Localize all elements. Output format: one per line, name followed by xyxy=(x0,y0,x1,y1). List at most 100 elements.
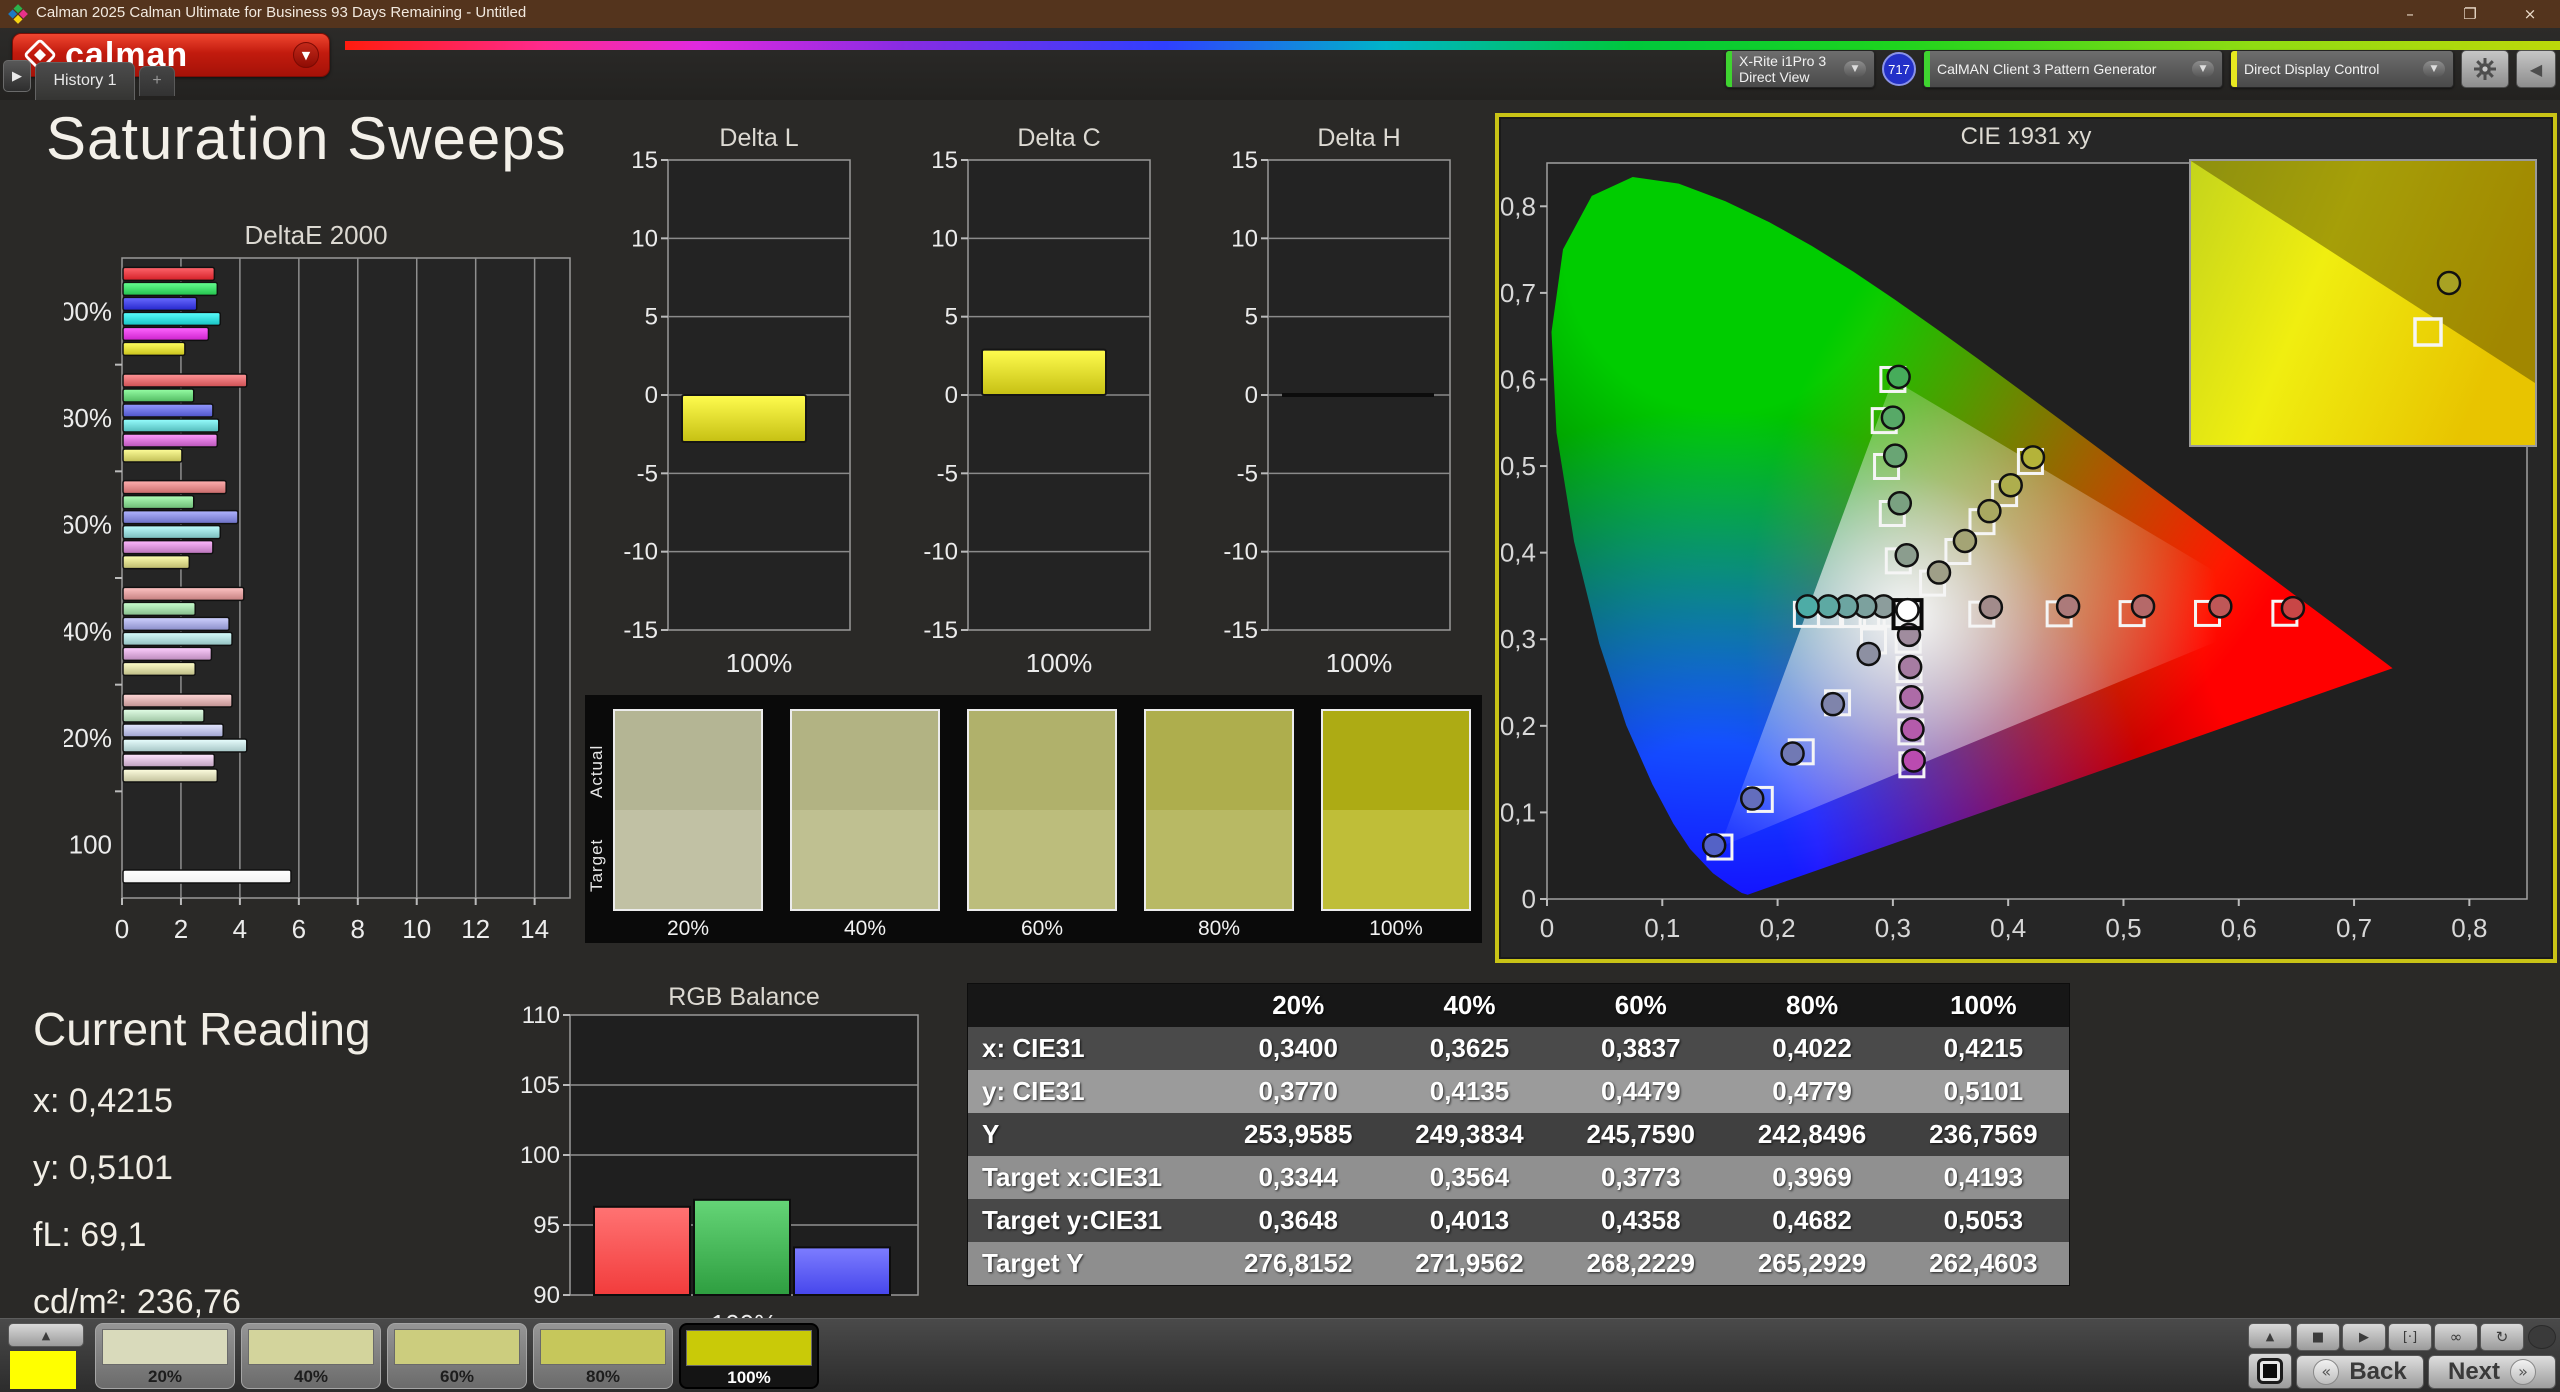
svg-text:0,2: 0,2 xyxy=(1760,913,1796,943)
svg-text:0,4: 0,4 xyxy=(1501,538,1536,568)
svg-text:DeltaE 2000: DeltaE 2000 xyxy=(244,222,387,250)
svg-text:-5: -5 xyxy=(1237,460,1258,487)
swatch-target xyxy=(615,810,761,909)
swatch-label: 20% xyxy=(613,917,763,941)
next-button[interactable]: Next » xyxy=(2428,1355,2556,1389)
calman-caret-icon[interactable]: ▼ xyxy=(293,42,319,68)
current-reading-title: Current Reading xyxy=(33,1002,371,1056)
triangle-up-icon: ▲ xyxy=(42,1329,50,1342)
restore-button[interactable]: ❐ xyxy=(2440,0,2500,28)
meter-mode: Direct View xyxy=(1739,69,1826,85)
svg-text:0,7: 0,7 xyxy=(2336,913,2372,943)
hardware-controls: X-Rite i1Pro 3 Direct View ▼ 717 CalMAN … xyxy=(1725,50,2556,88)
table-cell: 242,8496 xyxy=(1726,1113,1897,1156)
svg-text:-15: -15 xyxy=(1223,617,1258,644)
current-pattern-swatch xyxy=(10,1351,76,1389)
disabled-indicator xyxy=(2528,1325,2556,1349)
play-icon: ▶ xyxy=(12,69,22,84)
table-cell: 249,3834 xyxy=(1384,1113,1555,1156)
table-cell: 0,3344 xyxy=(1213,1156,1384,1199)
pattern-options-button[interactable]: ▲ xyxy=(8,1323,84,1347)
svg-text:105: 105 xyxy=(520,1072,560,1099)
meter-badge: 717 xyxy=(1882,52,1916,86)
pattern-window-icon xyxy=(2257,1358,2283,1384)
svg-text:15: 15 xyxy=(631,147,658,174)
transport-options-button[interactable]: ▲ xyxy=(2248,1323,2292,1349)
svg-text:0: 0 xyxy=(1245,382,1258,409)
chevron-double-right-icon: » xyxy=(2510,1359,2536,1385)
table-row-label: y: CIE31 xyxy=(968,1070,1213,1113)
close-button[interactable]: × xyxy=(2500,0,2560,28)
meter-dropdown[interactable]: X-Rite i1Pro 3 Direct View ▼ xyxy=(1725,50,1875,88)
swatch-label: 40% xyxy=(790,917,940,941)
svg-text:0,4: 0,4 xyxy=(1990,913,2026,943)
add-tab-button[interactable]: + xyxy=(139,66,175,96)
delta-c-chart: Delta C-15-10-5051015100% xyxy=(912,128,1162,708)
measurement-table: 20%40%60%80%100%x: CIE310,34000,36250,38… xyxy=(967,983,2070,1286)
pattern-button-100%[interactable]: 100% xyxy=(679,1323,819,1389)
current-reading-panel: Current Reading x: 0,4215 y: 0,5101 fL: … xyxy=(33,1002,371,1350)
reading-cdm2: cd/m²: 236,76 xyxy=(33,1283,371,1322)
table-row-label: x: CIE31 xyxy=(968,1027,1213,1070)
infinity-icon: ∞ xyxy=(2450,1328,2463,1346)
table-column-header: 40% xyxy=(1384,984,1555,1027)
table-row: y: CIE310,37700,41350,44790,47790,5101 xyxy=(968,1070,2069,1113)
swatch-40% xyxy=(790,709,940,911)
table-cell: 0,4013 xyxy=(1384,1199,1555,1242)
table-cell: 265,2929 xyxy=(1726,1242,1897,1285)
table-cell: 0,4779 xyxy=(1726,1070,1897,1113)
table-row-label: Y xyxy=(968,1113,1213,1156)
blackout-pattern-button[interactable] xyxy=(2248,1353,2292,1389)
svg-text:Delta L: Delta L xyxy=(719,128,798,152)
pattern-label: 80% xyxy=(534,1367,672,1387)
table-row: Target Y276,8152271,9562268,2229265,2929… xyxy=(968,1242,2069,1285)
table-row-label: Target x:CIE31 xyxy=(968,1156,1213,1199)
table-cell: 0,3400 xyxy=(1213,1027,1384,1070)
reading-y: y: 0,5101 xyxy=(33,1149,371,1188)
single-measure-button[interactable]: [·] xyxy=(2388,1323,2432,1351)
display-control-dropdown[interactable]: Direct Display Control ▼ xyxy=(2230,50,2454,88)
table-cell: 262,4603 xyxy=(1898,1242,2069,1285)
settings-button[interactable] xyxy=(2461,50,2509,88)
pattern-button-20%[interactable]: 20% xyxy=(95,1323,235,1389)
swatch-actual xyxy=(969,711,1115,810)
svg-text:60%: 60% xyxy=(64,510,112,540)
continuous-measure-button[interactable]: ∞ xyxy=(2434,1323,2478,1351)
back-button[interactable]: « Back xyxy=(2296,1355,2424,1389)
pattern-button-40%[interactable]: 40% xyxy=(241,1323,381,1389)
svg-text:-5: -5 xyxy=(637,460,658,487)
play-measure-button[interactable]: ▶ xyxy=(2342,1323,2386,1351)
swatch-20% xyxy=(613,709,763,911)
svg-text:-10: -10 xyxy=(623,539,658,566)
pattern-swatch xyxy=(394,1329,520,1365)
table-row: Target y:CIE310,36480,40130,43580,46820,… xyxy=(968,1199,2069,1242)
pattern-swatch xyxy=(686,1330,812,1366)
stop-measure-button[interactable]: ■ xyxy=(2296,1323,2340,1351)
svg-text:5: 5 xyxy=(1245,304,1258,331)
table-cell: 0,3837 xyxy=(1555,1027,1726,1070)
pattern-swatch xyxy=(102,1329,228,1365)
triangle-up-icon: ▲ xyxy=(2266,1330,2274,1343)
table-cell: 0,4193 xyxy=(1898,1156,2069,1199)
swatch-60% xyxy=(967,709,1117,911)
deltae-2000-chart: DeltaE 200002468101214100%80%60%40%20%10… xyxy=(64,222,584,972)
play-icon: ▶ xyxy=(2359,1330,2369,1345)
table-cell: 0,4215 xyxy=(1898,1027,2069,1070)
pattern-label: 100% xyxy=(681,1368,817,1388)
swatch-actual xyxy=(792,711,938,810)
header-bar: calman ▼ ▶ History 1 + X-Rite i1Pro 3 Di… xyxy=(0,28,2560,100)
svg-text:0,6: 0,6 xyxy=(1501,364,1536,394)
swatch-target xyxy=(792,810,938,909)
table-cell: 276,8152 xyxy=(1213,1242,1384,1285)
refresh-measure-button[interactable]: ↻ xyxy=(2480,1323,2524,1351)
cie-inset-plot xyxy=(2191,161,2535,445)
workflow-menu-button[interactable]: ▶ xyxy=(3,60,31,92)
minimize-button[interactable]: – xyxy=(2380,0,2440,28)
pattern-generator-dropdown[interactable]: CalMAN Client 3 Pattern Generator ▼ xyxy=(1923,50,2223,88)
pattern-button-80%[interactable]: 80% xyxy=(533,1323,673,1389)
pattern-button-60%[interactable]: 60% xyxy=(387,1323,527,1389)
table-cell: 271,9562 xyxy=(1384,1242,1555,1285)
svg-text:90: 90 xyxy=(533,1282,560,1309)
tab-history-1[interactable]: History 1 xyxy=(35,62,135,100)
collapse-panel-button[interactable]: ◀ xyxy=(2516,50,2556,88)
